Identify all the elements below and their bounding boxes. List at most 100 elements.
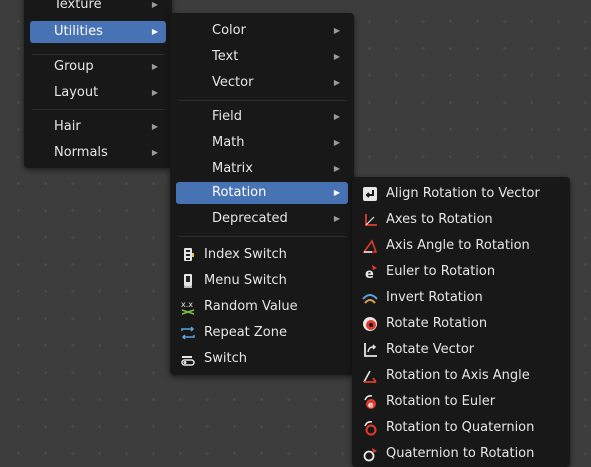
menu-item-quaternion-to-rotation[interactable]: Quaternion to Rotation bbox=[358, 443, 564, 465]
menu-separator bbox=[178, 236, 346, 237]
menu-separator bbox=[32, 109, 164, 110]
menu-item-rotation[interactable]: Rotation ▶ bbox=[176, 182, 348, 204]
rotation-submenu: Align Rotation to Vector Axes to Rotatio… bbox=[352, 177, 570, 467]
menu-item-label: Color bbox=[212, 23, 246, 38]
align-rotation-to-vector-icon bbox=[362, 186, 378, 202]
menu-item-label: Repeat Zone bbox=[204, 325, 287, 340]
menu-item-label: Normals bbox=[54, 145, 108, 160]
menu-item-group[interactable]: Group ▶ bbox=[30, 56, 166, 78]
rotation-to-axis-angle-icon bbox=[362, 368, 378, 384]
menu-separator bbox=[178, 100, 346, 101]
submenu-arrow-icon: ▶ bbox=[333, 214, 340, 223]
menu-item-label: Quaternion to Rotation bbox=[386, 446, 535, 461]
menu-item-label: Rotate Rotation bbox=[386, 316, 488, 331]
menu-item-label: Index Switch bbox=[204, 247, 287, 262]
menu-item-label: Rotation bbox=[212, 185, 267, 200]
menu-separator bbox=[32, 54, 164, 55]
submenu-arrow-icon: ▶ bbox=[151, 0, 158, 9]
menu-item-label: Deprecated bbox=[212, 211, 288, 226]
menu-item-normals[interactable]: Normals ▶ bbox=[30, 142, 166, 164]
menu-item-rotate-rotation[interactable]: Rotate Rotation bbox=[358, 313, 564, 335]
menu-item-index-switch[interactable]: Index Switch bbox=[176, 244, 348, 266]
index-switch-icon bbox=[180, 247, 196, 263]
submenu-arrow-icon: ▶ bbox=[151, 62, 158, 71]
menu-item-color[interactable]: Color ▶ bbox=[176, 20, 348, 42]
menu-item-utilities[interactable]: Utilities ▶ bbox=[30, 21, 166, 43]
submenu-arrow-icon: ▶ bbox=[151, 148, 158, 157]
submenu-arrow-icon: ▶ bbox=[151, 27, 158, 36]
submenu-arrow-icon: ▶ bbox=[333, 112, 340, 121]
menu-item-menu-switch[interactable]: Menu Switch bbox=[176, 270, 348, 292]
menu-item-axis-angle-to-rotation[interactable]: Axis Angle to Rotation bbox=[358, 235, 564, 257]
menu-item-field[interactable]: Field ▶ bbox=[176, 106, 348, 128]
submenu-arrow-icon: ▶ bbox=[151, 88, 158, 97]
svg-text:e: e bbox=[368, 401, 374, 410]
menu-item-label: Matrix bbox=[212, 161, 253, 176]
menu-item-switch[interactable]: Switch bbox=[176, 348, 348, 370]
menu-item-label: Texture bbox=[54, 0, 102, 12]
menu-item-axes-to-rotation[interactable]: Axes to Rotation bbox=[358, 209, 564, 231]
axis-angle-to-rotation-icon bbox=[362, 238, 378, 254]
submenu-arrow-icon: ▶ bbox=[333, 52, 340, 61]
menu-item-vector[interactable]: Vector ▶ bbox=[176, 72, 348, 94]
menu-item-rotation-to-euler[interactable]: e Rotation to Euler bbox=[358, 391, 564, 413]
euler-to-rotation-icon: e bbox=[362, 264, 378, 280]
random-value-icon: x.x bbox=[180, 299, 196, 315]
menu-item-rotate-vector[interactable]: Rotate Vector bbox=[358, 339, 564, 361]
menu-item-random-value[interactable]: x.x Random Value bbox=[176, 296, 348, 318]
menu-switch-icon bbox=[180, 273, 196, 289]
menu-item-layout[interactable]: Layout ▶ bbox=[30, 82, 166, 104]
menu-item-label: Group bbox=[54, 59, 94, 74]
rotate-vector-icon bbox=[362, 342, 378, 358]
menu-item-label: Align Rotation to Vector bbox=[386, 186, 540, 201]
menu-item-label: Math bbox=[212, 135, 245, 150]
menu-item-label: Menu Switch bbox=[204, 273, 287, 288]
rotation-to-euler-icon: e bbox=[362, 394, 378, 410]
menu-item-texture[interactable]: Texture ▶ bbox=[30, 0, 166, 16]
menu-item-math[interactable]: Math ▶ bbox=[176, 132, 348, 154]
menu-item-align-rotation-to-vector[interactable]: Align Rotation to Vector bbox=[358, 183, 564, 205]
menu-item-hair[interactable]: Hair ▶ bbox=[30, 116, 166, 138]
submenu-arrow-icon: ▶ bbox=[151, 122, 158, 131]
menu-item-label: Field bbox=[212, 109, 243, 124]
switch-icon bbox=[180, 351, 196, 367]
menu-item-label: Rotation to Axis Angle bbox=[386, 368, 530, 383]
menu-item-rotation-to-quaternion[interactable]: Rotation to Quaternion bbox=[358, 417, 564, 439]
menu-item-label: Utilities bbox=[54, 24, 103, 39]
menu-item-label: Axis Angle to Rotation bbox=[386, 238, 530, 253]
menu-item-label: Text bbox=[212, 49, 239, 64]
submenu-arrow-icon: ▶ bbox=[333, 78, 340, 87]
menu-item-label: Axes to Rotation bbox=[386, 212, 493, 227]
submenu-arrow-icon: ▶ bbox=[333, 138, 340, 147]
utilities-submenu: Color ▶ Text ▶ Vector ▶ Field ▶ Math ▶ M… bbox=[170, 13, 354, 375]
menu-item-invert-rotation[interactable]: Invert Rotation bbox=[358, 287, 564, 309]
invert-rotation-icon bbox=[362, 290, 378, 306]
submenu-arrow-icon: ▶ bbox=[333, 164, 340, 173]
menu-item-label: Random Value bbox=[204, 299, 298, 314]
utilities-parent-menu: Texture ▶ Utilities ▶ Group ▶ Layout ▶ H… bbox=[24, 0, 172, 168]
menu-item-euler-to-rotation[interactable]: e Euler to Rotation bbox=[358, 261, 564, 283]
menu-item-label: Rotation to Quaternion bbox=[386, 420, 535, 435]
quaternion-to-rotation-icon bbox=[362, 446, 378, 462]
submenu-arrow-icon: ▶ bbox=[333, 188, 340, 197]
menu-item-label: Hair bbox=[54, 119, 81, 134]
menu-item-matrix[interactable]: Matrix ▶ bbox=[176, 158, 348, 180]
svg-text:e: e bbox=[365, 267, 374, 280]
menu-item-label: Switch bbox=[204, 351, 247, 366]
menu-item-label: Layout bbox=[54, 85, 99, 100]
rotate-rotation-icon bbox=[362, 316, 378, 332]
repeat-zone-icon bbox=[180, 325, 196, 341]
menu-item-label: Euler to Rotation bbox=[386, 264, 496, 279]
menu-item-label: Vector bbox=[212, 75, 254, 90]
menu-item-label: Rotation to Euler bbox=[386, 394, 496, 409]
menu-item-deprecated[interactable]: Deprecated ▶ bbox=[176, 208, 348, 230]
svg-text:x.x: x.x bbox=[181, 300, 193, 309]
menu-item-repeat-zone[interactable]: Repeat Zone bbox=[176, 322, 348, 344]
menu-item-label: Rotate Vector bbox=[386, 342, 475, 357]
menu-item-text[interactable]: Text ▶ bbox=[176, 46, 348, 68]
submenu-arrow-icon: ▶ bbox=[333, 26, 340, 35]
rotation-to-quaternion-icon bbox=[362, 420, 378, 436]
menu-item-label: Invert Rotation bbox=[386, 290, 483, 305]
menu-item-rotation-to-axis-angle[interactable]: Rotation to Axis Angle bbox=[358, 365, 564, 387]
axes-to-rotation-icon bbox=[362, 212, 378, 228]
